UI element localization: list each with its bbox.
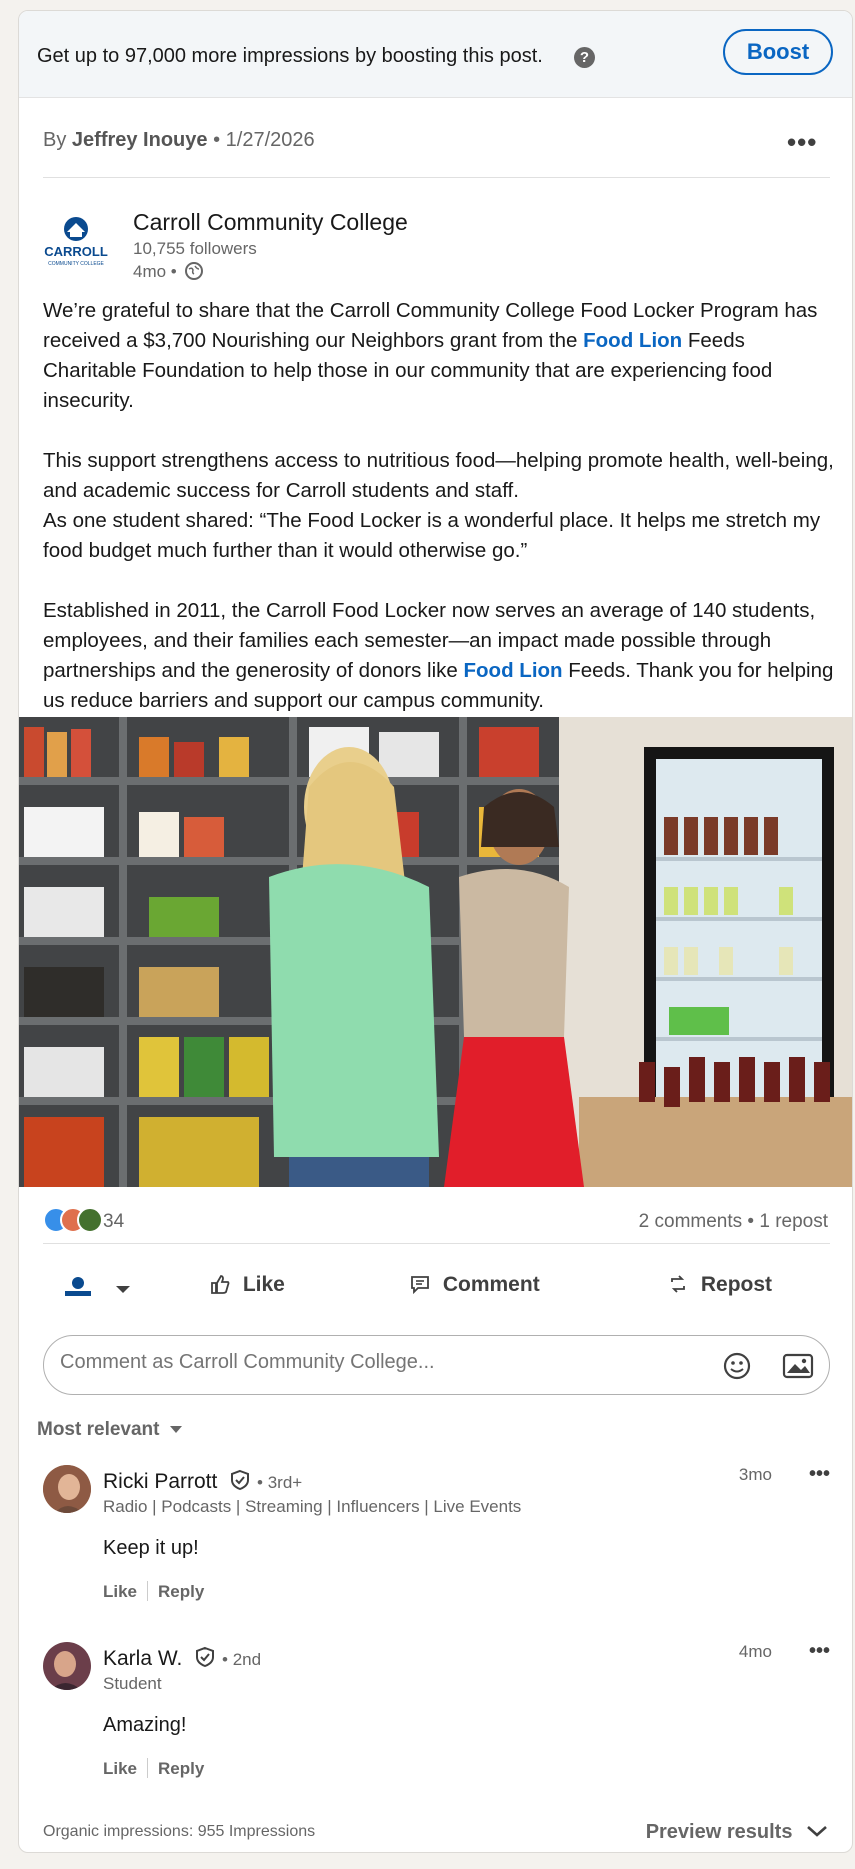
verified-shield-icon (231, 1469, 250, 1491)
divider (147, 1581, 149, 1601)
org-logo[interactable]: CARROLL COMMUNITY COLLEGE (43, 216, 109, 272)
divider (147, 1758, 149, 1778)
divider (43, 177, 830, 178)
comment-more-icon[interactable]: ••• (809, 1463, 830, 1486)
preview-results-label: Preview results (645, 1821, 793, 1843)
comment-reply-button[interactable]: Reply (158, 1759, 204, 1778)
byline-prefix: By (43, 129, 67, 151)
food-lion-link[interactable]: Food Lion (464, 659, 563, 682)
question-circle-icon[interactable]: ? (574, 47, 595, 68)
caret-down-icon (115, 1286, 130, 1293)
post-image[interactable] (19, 717, 852, 1187)
divider (43, 1243, 830, 1244)
post-age: 4mo • (133, 262, 204, 282)
comment-time: 4mo (738, 1642, 772, 1661)
boost-message: Get up to 97,000 more impressions by boo… (37, 45, 543, 67)
connection-degree: • 3rd+ (257, 1473, 303, 1492)
comment-like-button[interactable]: Like (103, 1582, 137, 1601)
support-reaction-icon (77, 1207, 103, 1233)
comment-actions: Like Reply (103, 1581, 204, 1602)
comment-box (43, 1335, 830, 1395)
commenter-headline: Radio | Podcasts | Streaming | Influence… (103, 1497, 522, 1516)
commenter-name-text: Ricki Parrott (103, 1470, 218, 1493)
commenter-name-text: Karla W. (103, 1647, 183, 1670)
avatar[interactable] (43, 1642, 91, 1690)
org-name[interactable]: Carroll Community College (133, 209, 408, 236)
sort-dropdown[interactable]: Most relevant (37, 1419, 183, 1441)
connection-degree: • 2nd (222, 1650, 262, 1669)
comment-text: Amazing! (103, 1714, 187, 1736)
repost-icon (671, 1275, 685, 1293)
food-lion-link[interactable]: Food Lion (583, 329, 682, 352)
comment-like-button[interactable]: Like (103, 1759, 137, 1778)
repost-label: Repost (700, 1273, 773, 1296)
post-paragraph-1: We’re grateful to share that the Carroll… (43, 299, 818, 412)
post-paragraph-2: This support strengthens access to nutri… (43, 449, 834, 562)
comment-reply-button[interactable]: Reply (158, 1582, 204, 1601)
commenter-name[interactable]: Ricki Parrott • 3rd+ (103, 1469, 302, 1494)
actor-switcher[interactable] (61, 1275, 137, 1303)
more-options-icon[interactable]: ••• (787, 127, 817, 158)
globe-icon (185, 262, 204, 280)
org-avatar-icon (65, 1277, 91, 1296)
like-button[interactable]: Like (209, 1273, 285, 1297)
comment-text: Keep it up! (103, 1537, 199, 1559)
commenter-name[interactable]: Karla W. • 2nd (103, 1646, 261, 1671)
boost-button[interactable]: Boost (723, 29, 833, 75)
comment-input[interactable] (58, 1350, 642, 1375)
org-followers: 10,755 followers (133, 239, 257, 258)
verified-shield-icon (196, 1646, 215, 1668)
boost-banner: Get up to 97,000 more impressions by boo… (19, 11, 852, 98)
post-byline: By Jeffrey Inouye • 1/27/2026 (43, 129, 315, 152)
byline-author[interactable]: Jeffrey Inouye (72, 129, 208, 151)
post-age-text: 4mo • (133, 262, 177, 281)
repost-button[interactable]: Repost (667, 1273, 772, 1297)
comments-reposts-count[interactable]: 2 comments • 1 repost (639, 1211, 828, 1233)
commenter-headline: Student (103, 1674, 162, 1693)
organic-impressions: Organic impressions: 955 Impressions (43, 1823, 316, 1840)
comment-time: 3mo (738, 1465, 772, 1484)
post-body: We’re grateful to share that the Carroll… (43, 296, 843, 746)
comment-more-icon[interactable]: ••• (809, 1640, 830, 1663)
post-card: Get up to 97,000 more impressions by boo… (18, 10, 853, 1853)
post-paragraph-3: Established in 2011, the Carroll Food Lo… (43, 599, 834, 712)
avatar[interactable] (43, 1465, 91, 1513)
comment-button[interactable]: Comment (409, 1273, 540, 1297)
comment-label: Comment (442, 1273, 540, 1296)
svg-text:CARROLL: CARROLL (44, 244, 108, 259)
preview-results-button[interactable]: Preview results (646, 1821, 828, 1844)
reaction-count[interactable]: 34 (103, 1211, 124, 1233)
like-label: Like (242, 1273, 285, 1296)
caret-down-icon (169, 1426, 182, 1433)
svg-text:COMMUNITY COLLEGE: COMMUNITY COLLEGE (48, 261, 104, 267)
comment-actions: Like Reply (103, 1758, 204, 1779)
sort-label: Most relevant (37, 1419, 160, 1440)
byline-date: 1/27/2026 (225, 129, 315, 151)
image-icon[interactable] (782, 1351, 814, 1381)
comment-icon (411, 1276, 429, 1295)
byline-separator: • (213, 129, 221, 151)
emoji-icon[interactable] (722, 1351, 752, 1381)
action-bar: Like Comment Repost (19, 1261, 852, 1317)
chevron-down-icon (807, 1826, 827, 1837)
thumbs-up-icon (211, 1275, 230, 1294)
